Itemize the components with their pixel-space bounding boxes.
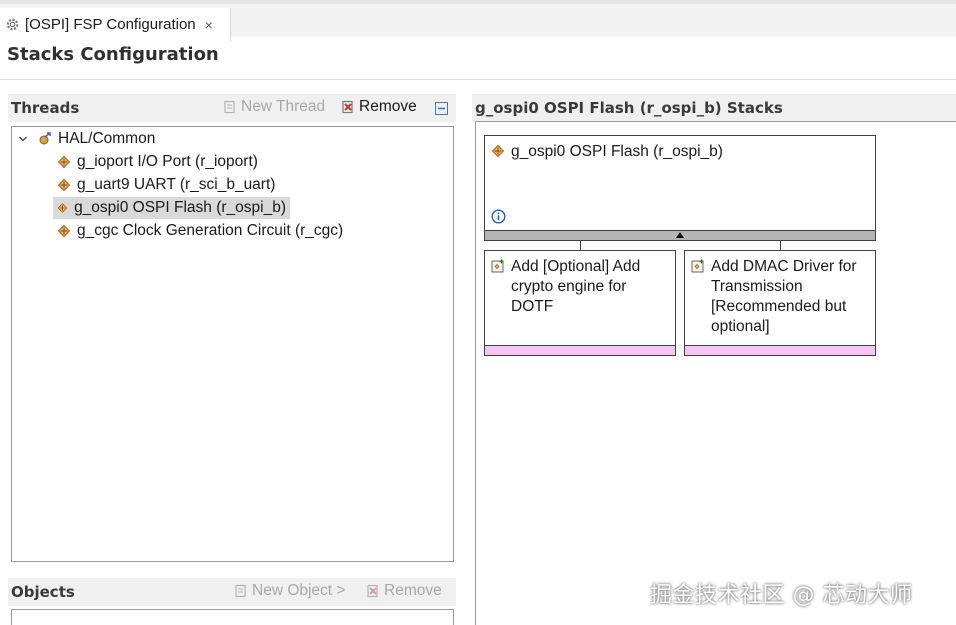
info-icon[interactable]: [491, 209, 506, 224]
connector-line: [780, 241, 781, 250]
remove-icon: [342, 100, 353, 114]
new-thread-icon: [224, 100, 235, 114]
divider: [0, 79, 956, 80]
tree-item-label: g_ioport I/O Port (r_ioport): [77, 153, 258, 170]
stacks-heading: g_ospi0 OSPI Flash (r_ospi_b) Stacks: [475, 99, 783, 117]
module-text-line: DOTF: [511, 298, 554, 315]
component-icon: [57, 155, 71, 169]
stack-module-ospi0[interactable]: g_ospi0 OSPI Flash (r_ospi_b): [484, 135, 876, 231]
remove-object-button[interactable]: Remove: [366, 582, 442, 600]
module-text-line: [Recommended but: [711, 298, 847, 315]
module-text-line: crypto engine for: [511, 278, 627, 295]
module-title: Add [Optional] Add crypto engine for DOT…: [491, 257, 640, 317]
editor-tab-title: [OSPI] FSP Configuration: [25, 16, 196, 33]
tree-item-uart9[interactable]: g_uart9 UART (r_sci_b_uart): [57, 174, 275, 196]
tree-node-label: HAL/Common: [58, 130, 156, 147]
tree-item-ioport[interactable]: g_ioport I/O Port (r_ioport): [57, 151, 258, 173]
stack-module-add-dmac[interactable]: Add DMAC Driver for Transmission [Recomm…: [684, 250, 876, 346]
tree-item-cgc[interactable]: g_cgc Clock Generation Circuit (r_cgc): [57, 220, 343, 242]
remove-thread-button[interactable]: Remove: [341, 98, 417, 116]
optional-module-bar: [684, 345, 876, 356]
component-icon: [57, 203, 68, 213]
close-icon[interactable]: ×: [205, 17, 213, 33]
gear-icon: [6, 18, 19, 31]
editor-tab[interactable]: [OSPI] FSP Configuration ×: [0, 8, 231, 41]
module-title: g_ospi0 OSPI Flash (r_ospi_b): [491, 142, 723, 162]
new-thread-label: New Thread: [241, 98, 326, 115]
page-title: Stacks Configuration: [7, 44, 219, 65]
new-thread-button[interactable]: New Thread: [223, 98, 325, 116]
stacks-header: g_ospi0 OSPI Flash (r_ospi_b) Stacks: [472, 94, 956, 122]
module-title-label: g_ospi0 OSPI Flash (r_ospi_b): [511, 143, 723, 160]
component-icon: [491, 144, 505, 158]
editor-tab-bar: [OSPI] FSP Configuration ×: [0, 0, 956, 41]
tree-item-ospi0[interactable]: g_ospi0 OSPI Flash (r_ospi_b): [53, 197, 290, 219]
add-module-icon: [491, 259, 504, 273]
tree-item-label: g_cgc Clock Generation Circuit (r_cgc): [77, 222, 344, 239]
tree-item-label: g_uart9 UART (r_sci_b_uart): [77, 176, 276, 193]
optional-module-bar: [484, 345, 676, 356]
collapse-arrow-icon[interactable]: [676, 232, 684, 238]
component-icon: [57, 224, 71, 238]
objects-list: [11, 609, 454, 625]
tree-item-label: g_ospi0 OSPI Flash (r_ospi_b): [74, 199, 286, 216]
stack-module-add-crypto[interactable]: Add [Optional] Add crypto engine for DOT…: [484, 250, 676, 346]
remove-thread-label: Remove: [359, 98, 417, 115]
collapse-all-icon[interactable]: [435, 102, 448, 115]
module-collapse-bar[interactable]: [484, 230, 876, 241]
new-object-button[interactable]: New Object >: [234, 582, 345, 600]
objects-heading: Objects: [11, 583, 75, 601]
module-text-line: Add DMAC Driver for: [711, 258, 857, 275]
connector-line: [580, 241, 581, 250]
module-text-line: Transmission: [711, 278, 803, 295]
new-object-label: New Object >: [252, 582, 346, 599]
threads-tree: HAL/Common g_ioport I/O Port (r_ioport) …: [11, 126, 454, 562]
hal-common-icon: [39, 132, 51, 145]
watermark: 掘金技术社区 @ 芯动大师: [650, 583, 913, 608]
chevron-down-icon[interactable]: [18, 134, 28, 144]
new-object-icon: [235, 584, 246, 598]
module-text-line: optional]: [711, 318, 770, 335]
module-text-line: Add [Optional] Add: [511, 258, 641, 275]
remove-icon: [367, 584, 378, 598]
threads-heading: Threads: [11, 99, 80, 117]
objects-header: Objects New Object > Remove: [8, 578, 456, 606]
tree-node-hal-common[interactable]: HAL/Common: [18, 128, 155, 150]
add-module-icon: [691, 259, 704, 273]
threads-header: Threads New Thread Remove: [8, 94, 456, 122]
module-title: Add DMAC Driver for Transmission [Recomm…: [691, 257, 857, 337]
component-icon: [57, 178, 71, 192]
remove-object-label: Remove: [384, 582, 442, 599]
